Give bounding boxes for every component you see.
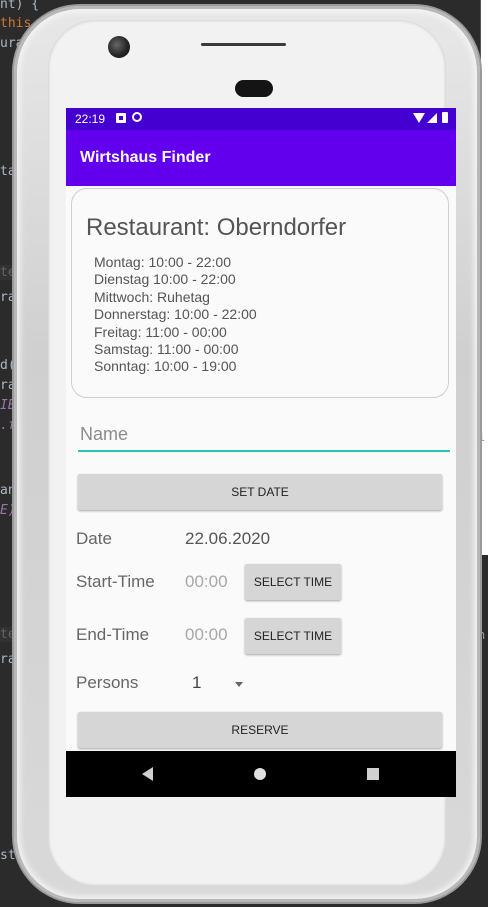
chevron-down-icon[interactable] xyxy=(235,682,243,687)
persons-select[interactable]: 1 xyxy=(192,673,201,693)
restaurant-title: Restaurant: Oberndorfer xyxy=(86,214,347,241)
start-time-value: 00:00 xyxy=(185,572,228,591)
notification-icon xyxy=(116,113,126,123)
speaker-grille xyxy=(235,80,273,97)
opening-hours-list: Montag: 10:00 - 22:00 Dienstag 10:00 - 2… xyxy=(94,254,257,376)
battery-icon xyxy=(442,112,448,123)
recents-icon[interactable] xyxy=(367,768,379,780)
hours-item: Samstag: 11:00 - 00:00 xyxy=(94,341,239,358)
code-line: nt) { xyxy=(0,0,40,12)
date-value: 22.06.2020 xyxy=(185,529,271,548)
hours-item: Montag: 10:00 - 22:00 xyxy=(94,254,231,270)
camera-icon xyxy=(108,36,130,58)
app-title: Wirtshaus Finder xyxy=(80,149,211,166)
set-date-button[interactable]: SET DATE xyxy=(78,474,442,510)
signal-icon xyxy=(427,113,437,123)
back-icon[interactable] xyxy=(142,767,153,781)
status-time: 22:19 xyxy=(75,112,106,126)
hours-item: Freitag: 11:00 - 00:00 xyxy=(94,323,227,340)
app-screen: 22:19 Wirtshaus Finder Restaurant: Obern… xyxy=(66,108,456,797)
status-bar: 22:19 xyxy=(66,108,456,130)
earpiece-speaker xyxy=(201,43,286,46)
hours-item: Sonntag: 10:00 - 19:00 xyxy=(94,358,237,375)
end-time-label: End-Time xyxy=(76,625,150,644)
end-time-value: 00:00 xyxy=(185,625,228,644)
hours-item: Dienstag 10:00 - 22:00 xyxy=(94,271,236,288)
app-bar: Wirtshaus Finder xyxy=(66,130,456,186)
reserve-button[interactable]: RESERVE xyxy=(78,712,442,748)
persons-label: Persons xyxy=(76,673,139,692)
start-time-label: Start-Time xyxy=(76,572,155,591)
select-start-time-button[interactable]: SELECT TIME xyxy=(245,564,341,600)
sync-icon xyxy=(132,112,142,122)
hours-item: Donnerstag: 10:00 - 22:00 xyxy=(94,306,257,323)
name-input[interactable] xyxy=(78,418,450,452)
restaurant-card: Restaurant: Oberndorfer Montag: 10:00 - … xyxy=(71,188,449,398)
hours-item: Mittwoch: Ruhetag xyxy=(94,288,210,305)
navigation-bar xyxy=(66,751,456,797)
home-icon[interactable] xyxy=(254,768,266,780)
wifi-icon xyxy=(413,113,425,123)
select-end-time-button[interactable]: SELECT TIME xyxy=(245,618,341,654)
background-dialog-edge xyxy=(480,0,488,555)
date-label: Date xyxy=(76,529,112,548)
